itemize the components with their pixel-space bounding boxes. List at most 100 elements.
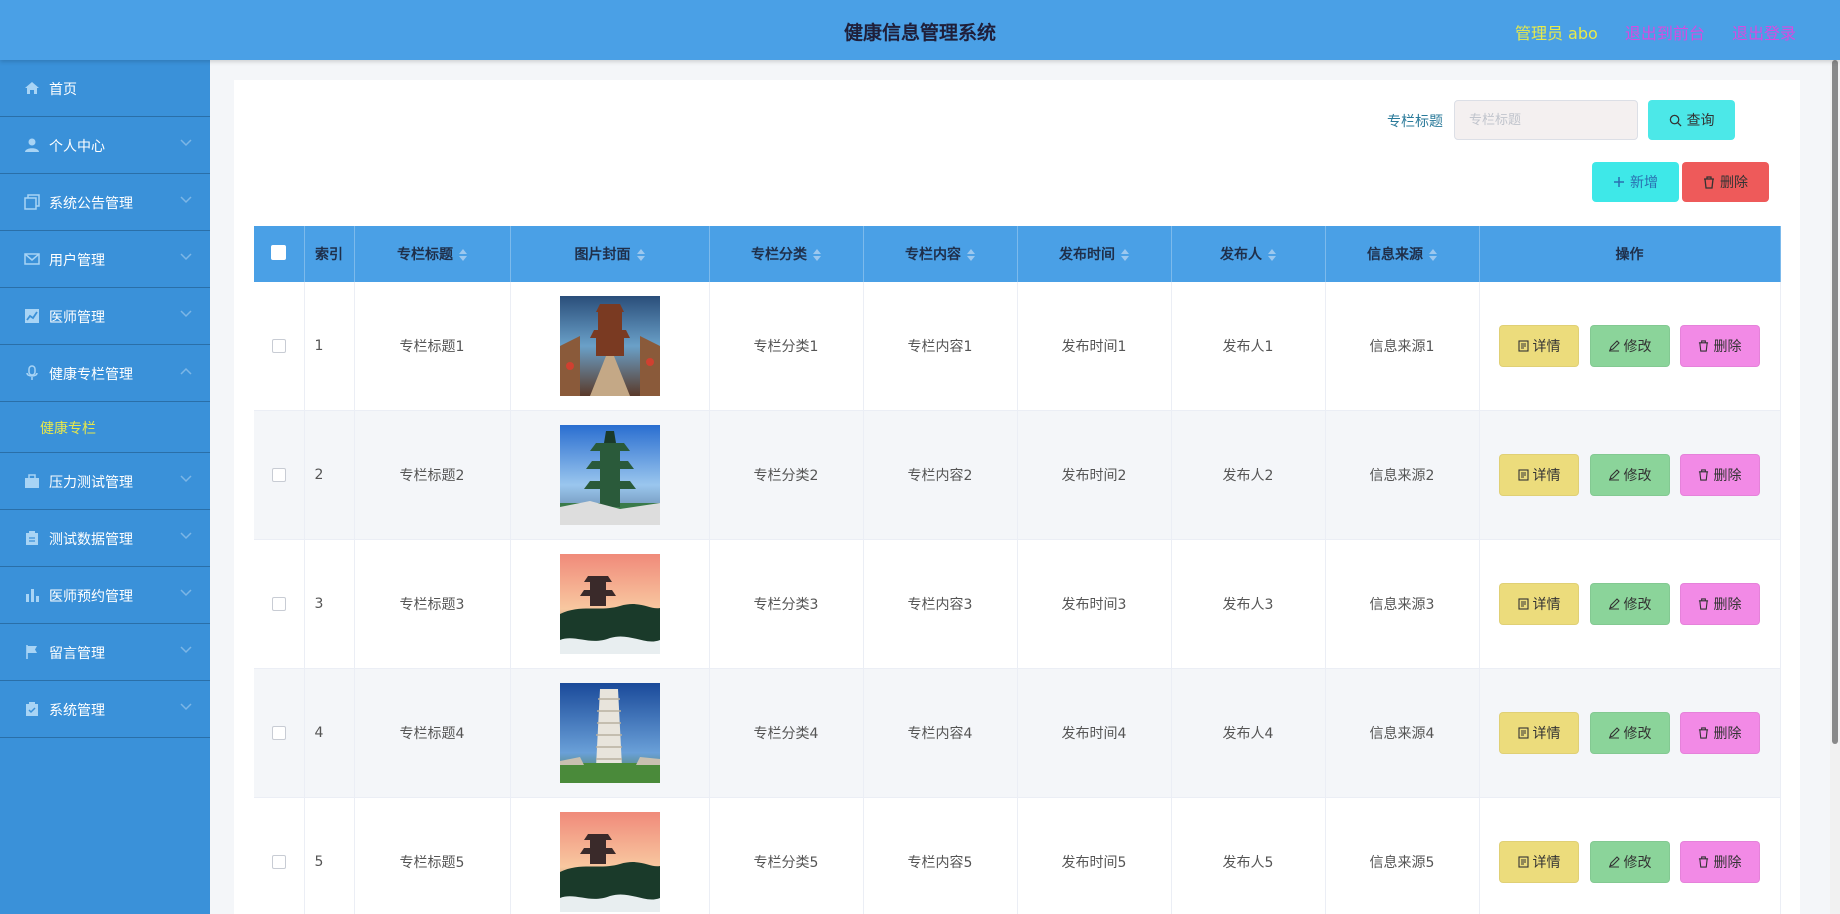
query-button[interactable]: 查询: [1648, 100, 1735, 140]
delete-button[interactable]: 删除: [1679, 325, 1760, 367]
column-header: 索引: [304, 226, 355, 282]
document-icon: [1517, 598, 1529, 610]
trash-icon: [1699, 727, 1709, 739]
search-label: 专栏标题: [1387, 114, 1443, 130]
column-header-sortable[interactable]: 专栏分类: [709, 226, 864, 282]
column-header-sortable[interactable]: 专栏标题: [354, 226, 511, 282]
sidebar-item-home[interactable]: 首页: [0, 60, 210, 117]
row-cover-cell: [510, 282, 710, 411]
row-index: 5: [304, 797, 355, 914]
column-header-label: 发布人: [1220, 247, 1262, 263]
edit-button[interactable]: 修改: [1589, 454, 1670, 496]
chart-icon: [25, 309, 39, 323]
delete-button[interactable]: 删除: [1679, 454, 1760, 496]
sidebar-item-appointments[interactable]: 医师预约管理: [0, 567, 210, 624]
delete-button[interactable]: 删除: [1679, 712, 1760, 754]
select-all-header[interactable]: [254, 226, 305, 282]
column-header-sortable[interactable]: 图片封面: [510, 226, 710, 282]
row-time: 发布时间2: [1017, 410, 1172, 540]
row-checkbox[interactable]: [271, 855, 286, 869]
row-title: 专栏标题5: [354, 797, 511, 914]
edit-button[interactable]: 修改: [1589, 841, 1670, 883]
delete-label: 删除: [1713, 468, 1742, 484]
row-content: 专栏内容3: [863, 539, 1018, 669]
sidebar-item-test-data[interactable]: 测试数据管理: [0, 510, 210, 567]
row-publisher: 发布人2: [1171, 410, 1326, 540]
row-index: 1: [304, 282, 355, 411]
sidebar-item-health-column[interactable]: 健康专栏管理: [0, 345, 210, 402]
row-select-cell[interactable]: [254, 539, 305, 669]
detail-button[interactable]: 详情: [1499, 454, 1580, 496]
logout-link[interactable]: 退出登录: [1732, 24, 1796, 43]
row-category: 专栏分类4: [709, 668, 864, 798]
row-select-cell[interactable]: [254, 410, 305, 540]
sidebar-subitem-label: 健康专栏: [40, 421, 96, 437]
sidebar-item-users[interactable]: 用户管理: [0, 231, 210, 288]
row-publisher: 发布人5: [1171, 797, 1326, 914]
chevron-down-icon: [180, 646, 192, 654]
row-cover-cell: [510, 539, 710, 669]
row-actions: 详情 修改 删除: [1479, 410, 1781, 540]
batch-delete-button[interactable]: 删除: [1682, 162, 1769, 202]
row-checkbox[interactable]: [271, 597, 286, 611]
row-source: 信息来源1: [1325, 282, 1480, 411]
chevron-down-icon: [180, 253, 192, 261]
scrollbar-thumb[interactable]: [1832, 60, 1838, 744]
add-button[interactable]: 新增: [1592, 162, 1679, 202]
row-checkbox[interactable]: [271, 468, 286, 482]
row-category: 专栏分类3: [709, 539, 864, 669]
column-header-sortable[interactable]: 专栏内容: [863, 226, 1018, 282]
sidebar-item-label: 医师管理: [49, 310, 105, 326]
row-source: 信息来源5: [1325, 797, 1480, 914]
delete-button[interactable]: 删除: [1679, 583, 1760, 625]
edit-button[interactable]: 修改: [1589, 583, 1670, 625]
row-checkbox[interactable]: [271, 726, 286, 740]
column-header-label: 专栏分类: [751, 247, 807, 263]
trash-icon: [1699, 598, 1709, 610]
plus-icon: [1614, 177, 1624, 187]
top-header: 健康信息管理系统 管理员 abo 退出到前台 退出登录: [0, 0, 1840, 60]
column-header-sortable[interactable]: 发布人: [1171, 226, 1326, 282]
back-to-front-link[interactable]: 退出到前台: [1625, 24, 1705, 43]
delete-button[interactable]: 删除: [1679, 841, 1760, 883]
row-actions: 详情 修改 删除: [1479, 539, 1781, 669]
pencil-icon: [1608, 727, 1620, 739]
table-header-row: 索引 专栏标题 图片封面 专栏分类 专栏内容 发布时间 发布人 信息来源 操作: [254, 226, 1781, 282]
admin-user-label[interactable]: 管理员 abo: [1515, 24, 1598, 43]
sidebar-subitem-health-column[interactable]: 健康专栏: [0, 402, 210, 453]
edit-button[interactable]: 修改: [1589, 712, 1670, 754]
chevron-down-icon: [180, 310, 192, 318]
trash-icon: [1699, 856, 1709, 868]
row-cover-cell: [510, 410, 710, 540]
detail-button[interactable]: 详情: [1499, 325, 1580, 367]
row-select-cell[interactable]: [254, 668, 305, 798]
search-input[interactable]: [1454, 100, 1638, 140]
page-scrollbar[interactable]: [1830, 60, 1840, 914]
delete-label: 删除: [1713, 726, 1742, 742]
sidebar-item-doctors[interactable]: 医师管理: [0, 288, 210, 345]
edit-button[interactable]: 修改: [1589, 325, 1670, 367]
sidebar-item-system[interactable]: 系统管理: [0, 681, 210, 738]
select-all-checkbox[interactable]: [271, 244, 287, 260]
sidebar-item-stress-test[interactable]: 压力测试管理: [0, 453, 210, 510]
sidebar-item-messages[interactable]: 留言管理: [0, 624, 210, 681]
row-cover-cell: [510, 668, 710, 798]
sort-icon: [967, 249, 975, 261]
detail-button[interactable]: 详情: [1499, 712, 1580, 754]
row-select-cell[interactable]: [254, 282, 305, 411]
row-publisher: 发布人1: [1171, 282, 1326, 411]
detail-button[interactable]: 详情: [1499, 841, 1580, 883]
document-icon: [1517, 856, 1529, 868]
check-clipboard-icon: [26, 702, 38, 716]
table-row: 4 专栏标题4 专栏分类4 专栏内容4 发布时间4 发布人4 信息来源4 详情 …: [254, 668, 1781, 798]
row-checkbox[interactable]: [271, 339, 286, 353]
sort-icon: [459, 249, 467, 261]
column-header-label: 专栏标题: [397, 247, 453, 263]
detail-button[interactable]: 详情: [1499, 583, 1580, 625]
row-select-cell[interactable]: [254, 797, 305, 914]
column-header-sortable[interactable]: 信息来源: [1325, 226, 1480, 282]
column-header-sortable[interactable]: 发布时间: [1017, 226, 1172, 282]
sort-icon: [1429, 249, 1437, 261]
sidebar-item-personal-center[interactable]: 个人中心: [0, 117, 210, 174]
sidebar-item-announcements[interactable]: 系统公告管理: [0, 174, 210, 231]
